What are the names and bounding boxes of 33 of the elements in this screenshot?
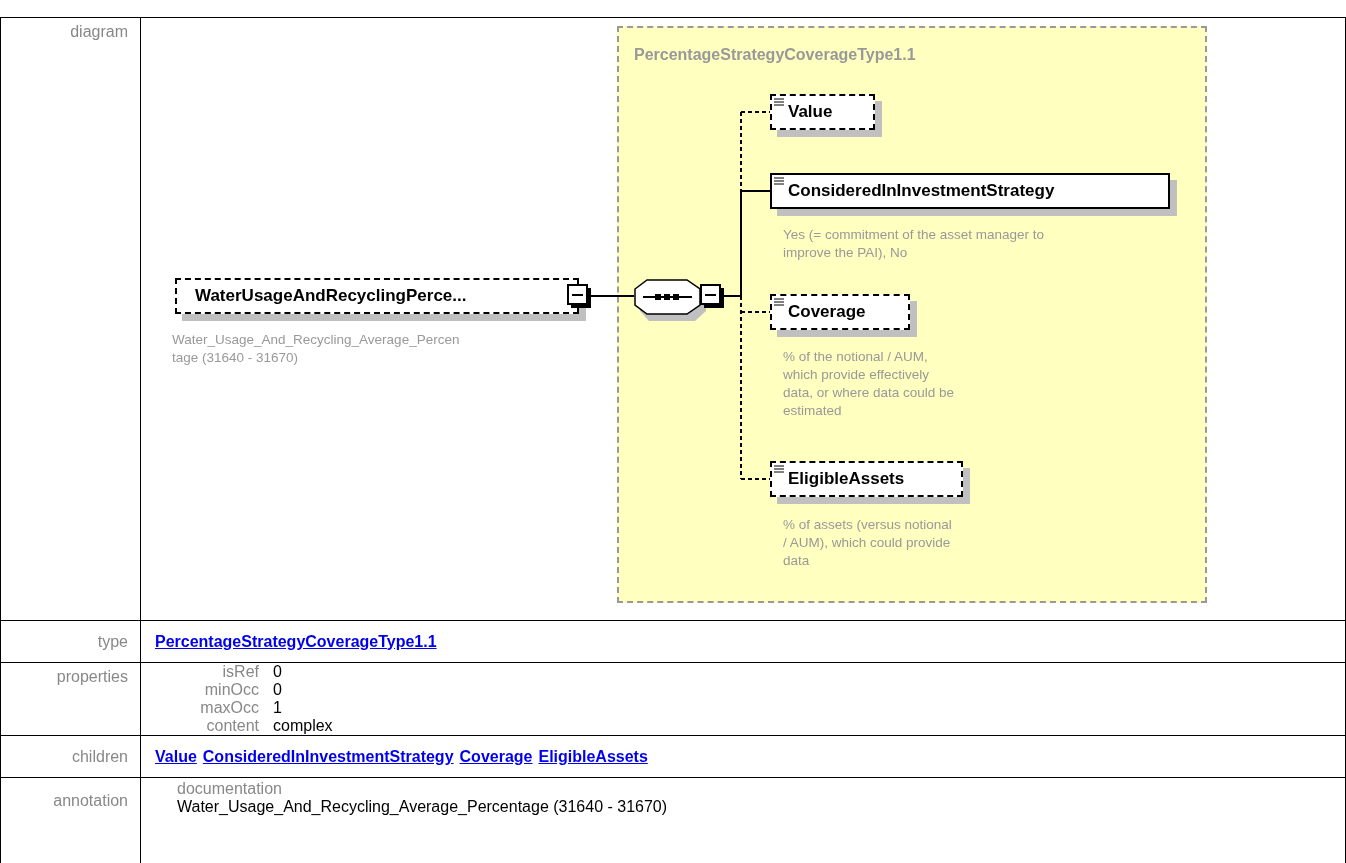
row-label: diagram: [1, 18, 141, 621]
property-value: 1: [273, 699, 283, 717]
minus-icon[interactable]: [700, 284, 724, 308]
minus-icon[interactable]: [567, 284, 591, 308]
child-link[interactable]: ConsideredInInvestmentStrategy: [202, 747, 454, 766]
element-description: % of the notional / AUM, which provide effectively data, or where data could be estimated: [783, 348, 955, 420]
property-name: content: [205, 717, 259, 735]
connector-line: [589, 295, 635, 297]
lines-icon: [774, 98, 784, 107]
child-link[interactable]: Coverage: [459, 747, 533, 766]
property-value: 0: [273, 663, 283, 681]
row-label: annotation: [1, 778, 141, 863]
element-description: Yes (= commitment of the asset manager to improve the PAI), No: [783, 226, 1044, 262]
annotation-heading: documentation: [177, 780, 283, 798]
property-value: 0: [273, 681, 283, 699]
lines-icon: [774, 465, 784, 474]
lines-icon: [774, 177, 784, 186]
sequence-icon: [634, 279, 708, 321]
lines-icon: [774, 298, 784, 307]
element-description: % of assets (versus notional / AUM), which could provide data: [783, 516, 952, 570]
property-name: minOcc: [203, 681, 259, 699]
row-label: children: [1, 736, 141, 778]
element-caption: Water_Usage_And_Recycling_Average_Percen tage (31640 - 31670): [172, 331, 460, 367]
type-title: PercentageStrategyCoverageType1.1: [634, 46, 916, 64]
type-link[interactable]: PercentageStrategyCoverageType1.1: [155, 632, 437, 651]
annotation-text: Water_Usage_And_Recycling_Average_Percentage (31640 - 31670): [177, 798, 668, 816]
property-value: complex: [273, 717, 333, 735]
child-link[interactable]: EligibleAssets: [538, 747, 648, 766]
property-name: isRef: [221, 663, 259, 681]
row-label: properties: [1, 663, 141, 736]
property-name: maxOcc: [199, 699, 259, 717]
child-link[interactable]: Value: [155, 747, 197, 766]
row-label: type: [1, 621, 141, 663]
